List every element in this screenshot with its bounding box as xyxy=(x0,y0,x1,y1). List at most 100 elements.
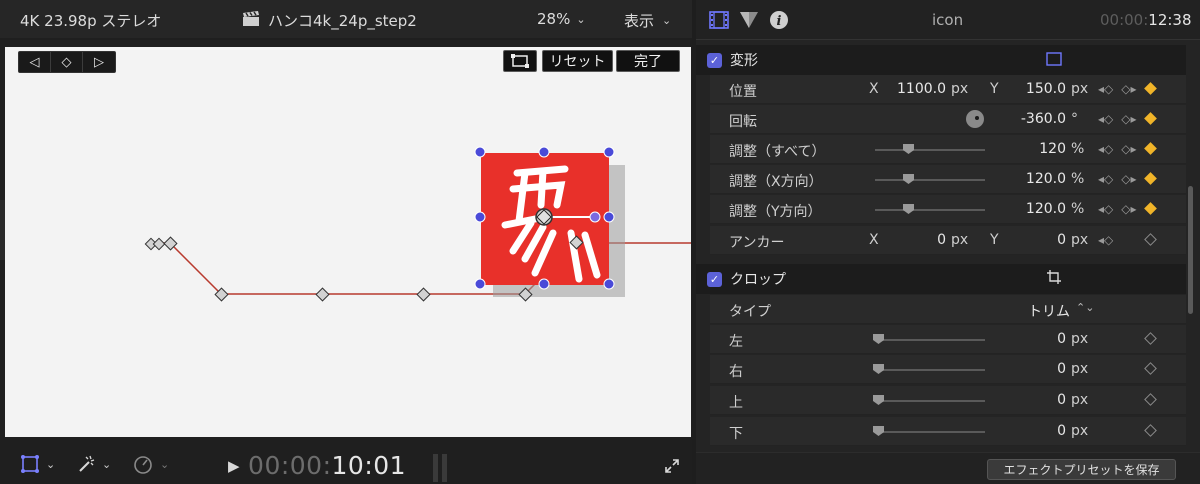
duration-dim: 00:00: xyxy=(1100,11,1149,29)
position-y-unit: px xyxy=(1071,81,1089,97)
scale-all-slider[interactable] xyxy=(875,144,985,154)
position-x-axis: X xyxy=(869,81,879,97)
rotation-handle[interactable] xyxy=(589,211,601,223)
next-keyframe-icon[interactable]: ◇▸ xyxy=(1121,142,1136,156)
prev-keyframe-icon[interactable]: ◂◇ xyxy=(1098,112,1113,126)
scale-all-unit: % xyxy=(1071,141,1085,157)
keyframe-diamond-empty[interactable] xyxy=(1144,424,1157,437)
scale-y-slider[interactable] xyxy=(875,204,985,214)
keyframe-diamond-empty[interactable] xyxy=(1144,332,1157,345)
position-y-axis: Y xyxy=(990,81,999,97)
keyframe-diamond-active[interactable] xyxy=(1144,202,1157,215)
keyframe-diamond-empty[interactable] xyxy=(1144,233,1157,246)
prev-keyframe-icon[interactable]: ◂◇ xyxy=(1098,202,1113,216)
crop-top-slider[interactable] xyxy=(873,395,985,405)
keyframe-nav-arrows[interactable]: ◂◇ ◇▸ xyxy=(1098,112,1137,126)
delete-keyframe-icon[interactable]: ◇ xyxy=(51,52,83,72)
keyframe-diamond-active[interactable] xyxy=(1144,82,1157,95)
transform-enable-checkbox[interactable]: ✓ xyxy=(707,52,722,68)
position-x-value[interactable]: 1100.0 xyxy=(886,81,946,97)
scale-x-slider[interactable] xyxy=(875,174,985,184)
view-menu[interactable]: 表示 ⌄ xyxy=(624,10,671,31)
crop-right-label: 右 xyxy=(729,364,743,380)
transform-mode-icon[interactable] xyxy=(503,50,537,72)
magic-wand-icon xyxy=(79,455,95,472)
keyframe-diamond-active[interactable] xyxy=(1144,142,1157,155)
prev-keyframe-icon[interactable]: ◂◇ xyxy=(1098,233,1113,247)
slider-knob[interactable] xyxy=(873,334,884,344)
crop-right-value[interactable]: 0 xyxy=(1006,361,1066,377)
speed-menu[interactable]: ⌄ xyxy=(132,454,169,474)
crop-left-unit: px xyxy=(1071,331,1089,347)
clip-duration: 00:00:12:38 xyxy=(1100,11,1192,29)
position-x-unit: px xyxy=(951,81,969,97)
scale-x-value[interactable]: 120.0 xyxy=(1006,171,1066,187)
slider-knob[interactable] xyxy=(873,395,884,405)
transform-tool-menu[interactable]: ⌄ xyxy=(20,454,55,474)
crop-top-value[interactable]: 0 xyxy=(1006,392,1066,408)
crop-section-header[interactable]: ✓ クロップ xyxy=(696,264,1186,294)
prev-keyframe-icon[interactable]: ◂◇ xyxy=(1098,142,1113,156)
color-inspector-tab-icon[interactable] xyxy=(738,9,760,31)
anchor-label: アンカー xyxy=(729,235,785,251)
crop-bottom-value[interactable]: 0 xyxy=(1006,423,1066,439)
slider-knob[interactable] xyxy=(873,364,884,374)
keyframe-diamond-active[interactable] xyxy=(1144,112,1157,125)
slider-knob[interactable] xyxy=(903,174,914,184)
slider-knob[interactable] xyxy=(903,204,914,214)
reset-button[interactable]: リセット xyxy=(542,50,613,72)
done-button[interactable]: 完了 xyxy=(616,50,680,72)
rotation-dial[interactable] xyxy=(966,110,984,128)
svg-text:i: i xyxy=(777,14,782,29)
prev-keyframe-icon[interactable]: ◂◇ xyxy=(1098,172,1113,186)
crop-left-label: 左 xyxy=(729,334,743,350)
fullscreen-icon[interactable] xyxy=(664,458,680,474)
video-canvas[interactable]: ◁ ◇ ▷ リセット 完了 xyxy=(5,47,691,437)
crop-type-popup[interactable]: トリム ⌃⌄ xyxy=(1028,301,1094,321)
crop-type-row: タイプ トリム ⌃⌄ xyxy=(710,295,1186,324)
next-keyframe-icon[interactable]: ◇▸ xyxy=(1121,112,1136,126)
keyframe-nav-arrows[interactable]: ◂◇ ◇▸ xyxy=(1098,142,1137,156)
video-inspector-tab-icon[interactable] xyxy=(708,9,730,31)
position-y-value[interactable]: 150.0 xyxy=(1006,81,1066,97)
keyframe-nav-arrows[interactable]: ◂◇ ◇▸ xyxy=(1098,82,1137,96)
crop-bottom-slider[interactable] xyxy=(873,426,985,436)
crop-top-label: 上 xyxy=(729,395,743,411)
transform-section-header[interactable]: ✓ 変形 xyxy=(696,45,1186,75)
keyframe-nav-arrows[interactable]: ◂◇ ◇▸ xyxy=(1098,202,1137,216)
crop-right-slider[interactable] xyxy=(873,364,985,374)
next-keyframe-icon[interactable]: ▷ xyxy=(83,52,115,72)
next-keyframe-icon[interactable]: ◇▸ xyxy=(1121,202,1136,216)
prev-keyframe-icon[interactable]: ◂◇ xyxy=(1098,82,1113,96)
crop-left-value[interactable]: 0 xyxy=(1006,331,1066,347)
slider-knob[interactable] xyxy=(873,426,884,436)
crop-bottom-row: 下 0 px xyxy=(710,417,1186,446)
keyframe-nav-arrows[interactable]: ◂◇ ◇▸ xyxy=(1098,172,1137,186)
chevron-down-icon: ⌄ xyxy=(576,12,586,26)
rotation-value[interactable]: -360.0 xyxy=(1006,111,1066,127)
transform-section-label: 変形 xyxy=(730,53,758,69)
next-keyframe-icon[interactable]: ◇▸ xyxy=(1121,82,1136,96)
crop-enable-checkbox[interactable]: ✓ xyxy=(707,271,722,287)
keyframe-nav-arrows[interactable]: ◂◇ xyxy=(1098,233,1113,247)
slider-knob[interactable] xyxy=(903,144,914,154)
info-inspector-tab-icon[interactable]: i xyxy=(768,9,790,31)
crop-left-slider[interactable] xyxy=(873,334,985,344)
zoom-menu[interactable]: 28% ⌄ xyxy=(537,10,586,28)
prev-keyframe-icon[interactable]: ◁ xyxy=(19,52,51,72)
keyframe-diamond-empty[interactable] xyxy=(1144,393,1157,406)
enhance-menu[interactable]: ⌄ xyxy=(76,454,111,474)
inspector-scrollbar[interactable] xyxy=(1188,186,1193,314)
anchor-x-value[interactable]: 0 xyxy=(886,232,946,248)
scale-y-value[interactable]: 120.0 xyxy=(1006,201,1066,217)
save-effects-preset-button[interactable]: エフェクトプリセットを保存 xyxy=(987,459,1176,480)
anchor-y-value[interactable]: 0 xyxy=(1006,232,1066,248)
keyframe-diamond-active[interactable] xyxy=(1144,172,1157,185)
play-icon[interactable]: ▶ xyxy=(228,457,240,475)
crop-onscreen-control-icon[interactable] xyxy=(1046,269,1062,289)
scale-all-value[interactable]: 120 xyxy=(1006,141,1066,157)
scale-all-row: 調整（すべて） 120 % ◂◇ ◇▸ xyxy=(710,135,1186,164)
keyframe-diamond-empty[interactable] xyxy=(1144,362,1157,375)
transform-onscreen-control-icon[interactable] xyxy=(1046,51,1062,70)
next-keyframe-icon[interactable]: ◇▸ xyxy=(1121,172,1136,186)
